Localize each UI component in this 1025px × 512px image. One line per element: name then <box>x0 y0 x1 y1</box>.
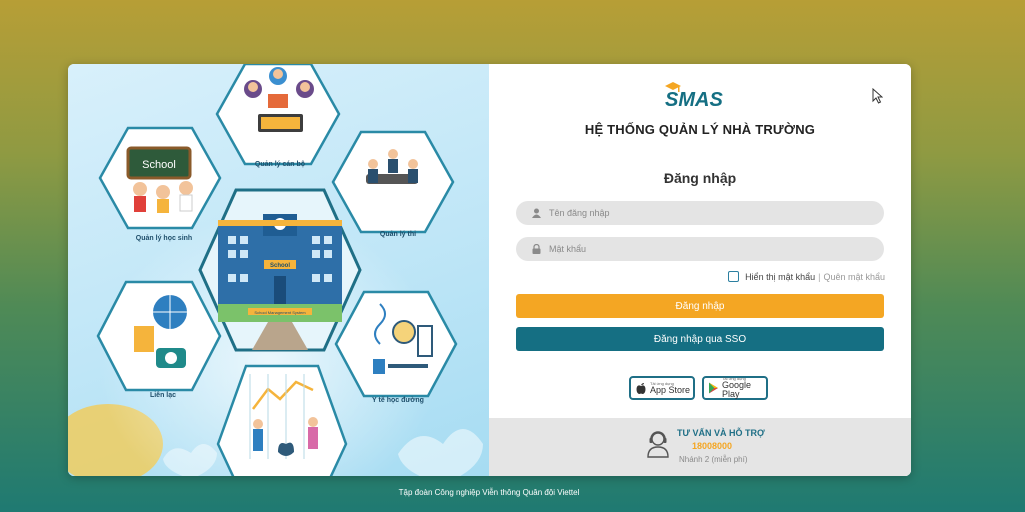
smas-logo: SMAS <box>665 82 723 110</box>
show-password-label[interactable]: Hiển thị mật khẩu <box>745 272 815 282</box>
show-password-checkbox[interactable] <box>728 271 740 282</box>
google-play-icon <box>709 382 718 394</box>
label-contact: Liên lạc <box>150 392 176 399</box>
password-field[interactable] <box>516 237 884 261</box>
username-field[interactable] <box>516 201 884 225</box>
mouse-cursor-icon <box>872 88 883 104</box>
app-store-badges: Tải ứng dụng App Store Tải ứng dụng Goog… <box>629 376 768 400</box>
support-agent-icon <box>647 431 669 458</box>
password-input[interactable] <box>549 244 869 254</box>
login-heading: Đăng nhập <box>663 170 737 186</box>
school-management-illustration: Quản lý cán bộ School Quản lý học sinh Q… <box>68 64 483 476</box>
system-title: HỆ THỐNG QUẢN LÝ NHÀ TRƯỜNG <box>584 122 816 137</box>
options-separator: | <box>818 271 821 282</box>
apple-icon <box>636 383 646 394</box>
support-phone[interactable]: 18008000 <box>692 441 732 451</box>
support-title: TƯ VẤN VÀ HỖ TRỢ <box>677 428 765 438</box>
login-panel: SMAS HỆ THỐNG QUẢN LÝ NHÀ TRƯỜNG Đăng nh… <box>489 64 911 476</box>
google-play-name: Google Play <box>721 380 752 399</box>
label-exams: Quản lý thi <box>380 231 416 238</box>
google-play-badge[interactable]: Tải ứng dụng Google Play <box>702 376 768 400</box>
label-health: Y tế học đường <box>372 396 424 404</box>
sso-login-button[interactable]: Đăng nhập qua SSO <box>516 327 884 351</box>
login-button[interactable]: Đăng nhập <box>516 294 884 318</box>
forgot-password-link[interactable]: Quên mật khẩu <box>823 272 885 282</box>
system-banner: School Management System <box>254 310 306 315</box>
svg-text:SMAS: SMAS <box>665 89 723 110</box>
chalkboard-text: School <box>142 159 176 171</box>
school-sign: School <box>270 263 290 269</box>
user-icon <box>532 208 541 218</box>
app-store-badge[interactable]: Tải ứng dụng App Store <box>629 376 695 400</box>
username-input[interactable] <box>549 208 869 218</box>
footer-text: Tập đoàn Công nghiệp Viễn thông Quân đội… <box>398 488 580 497</box>
support-note: Nhánh 2 (miễn phí) <box>679 455 748 464</box>
login-card: Quản lý cán bộ School Quản lý học sinh Q… <box>68 64 911 476</box>
lock-icon <box>532 244 541 254</box>
label-staff: Quản lý cán bộ <box>255 161 305 168</box>
app-store-name: App Store <box>650 384 691 395</box>
illustration-panel: Quản lý cán bộ School Quản lý học sinh Q… <box>68 64 489 476</box>
password-options: Hiển thị mật khẩu | Quên mật khẩu <box>728 271 885 282</box>
support-section: TƯ VẤN VÀ HỖ TRỢ 18008000 Nhánh 2 (miễn … <box>489 418 911 476</box>
label-students: Quản lý học sinh <box>136 235 192 242</box>
